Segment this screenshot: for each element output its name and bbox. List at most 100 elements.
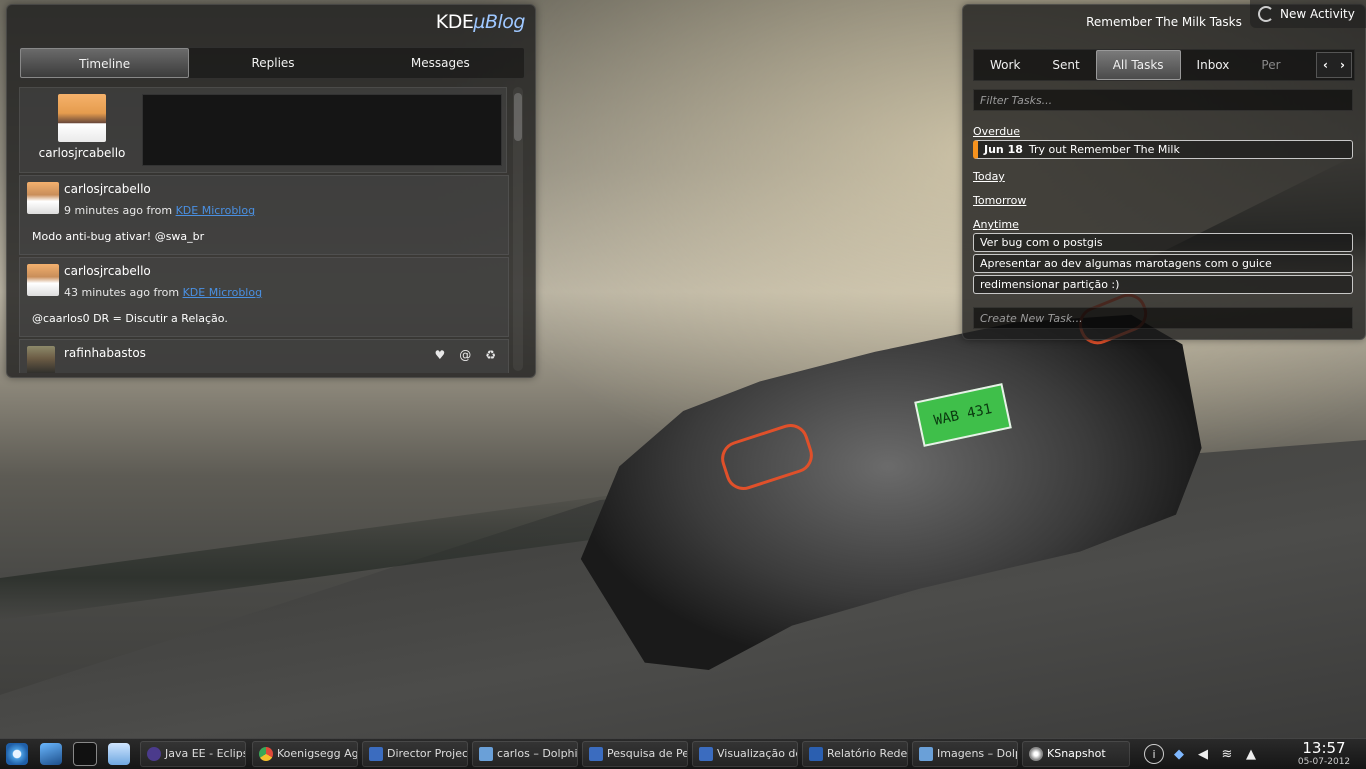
tab-messages[interactable]: Messages — [357, 48, 524, 78]
tab-work[interactable]: Work — [974, 51, 1036, 79]
avatar[interactable] — [27, 346, 55, 373]
task-label: Relatório Redes — [827, 747, 908, 760]
task-button[interactable]: Java EE - Eclipse — [140, 741, 246, 767]
clock-time: 13:57 — [1302, 739, 1346, 757]
task-label: redimensionar partição :) — [980, 278, 1120, 291]
task-due-date: Jun 18 — [984, 143, 1023, 156]
timeline-scrollbar[interactable] — [513, 87, 523, 371]
microblog-widget: KDEµBlog Timeline Replies Messages carlo… — [6, 4, 536, 378]
desktop-icon — [40, 743, 62, 765]
task-button[interactable]: Director Project — [362, 741, 468, 767]
word-document-icon — [809, 747, 823, 761]
taskbar: Java EE - Eclipse Koenigsegg Agera Direc… — [0, 738, 1366, 769]
task-label: Ver bug com o postgis — [980, 236, 1103, 249]
chevron-right-icon[interactable]: › — [1340, 58, 1345, 72]
task-label: Visualização de — [717, 747, 798, 760]
tweet-source-link[interactable]: KDE Microblog — [183, 286, 263, 299]
chevron-left-icon[interactable]: ‹ — [1323, 58, 1328, 72]
tab-timeline[interactable]: Timeline — [20, 48, 190, 78]
new-activity-button[interactable]: New Activity — [1250, 0, 1366, 28]
rtm-widget: Remember The Milk Tasks Work Sent All Ta… — [962, 4, 1366, 340]
list-item: carlosjrcabello 9 minutes ago from KDE M… — [19, 175, 509, 255]
reply-icon[interactable]: @ — [459, 348, 471, 362]
task-label: Pesquisa de Per — [607, 747, 688, 760]
tab-inbox[interactable]: Inbox — [1181, 51, 1246, 79]
show-desktop-launcher[interactable] — [36, 740, 66, 768]
microblog-tabs: Timeline Replies Messages — [19, 47, 525, 79]
clock-date: 05-07-2012 — [1297, 757, 1351, 767]
task-button[interactable]: Pesquisa de Per — [582, 741, 688, 767]
section-tomorrow[interactable]: Tomorrow — [973, 194, 1044, 207]
tweet-meta: 9 minutes ago from KDE Microblog — [64, 204, 255, 217]
task-item[interactable]: redimensionar partição :) — [973, 275, 1353, 294]
task-label: Try out Remember The Milk — [1028, 143, 1180, 156]
compose-input[interactable] — [142, 94, 502, 166]
activity-icon — [1258, 6, 1274, 22]
tweet-username[interactable]: carlosjrcabello — [64, 264, 151, 278]
task-button[interactable]: carlos – Dolphin — [472, 741, 578, 767]
timeline-list: carlosjrcabello 9 minutes ago from KDE M… — [19, 175, 509, 373]
tweet-time: 9 minutes ago from — [64, 204, 173, 217]
application-launcher[interactable] — [2, 740, 32, 768]
task-item[interactable]: Apresentar ao dev algumas marotagens com… — [973, 254, 1353, 273]
volume-icon[interactable]: ◀ — [1194, 745, 1212, 763]
task-button[interactable]: Imagens – Dolphin — [912, 741, 1018, 767]
task-label: carlos – Dolphin — [497, 747, 578, 760]
document-icon — [699, 747, 713, 761]
dropbox-icon[interactable]: ◆ — [1170, 745, 1188, 763]
folder-icon — [479, 747, 493, 761]
tweet-username[interactable]: carlosjrcabello — [64, 182, 151, 196]
tweet-actions: ♥ @ ♻ — [434, 348, 496, 362]
tab-all-tasks[interactable]: All Tasks — [1095, 50, 1181, 80]
terminal-launcher[interactable] — [70, 740, 100, 768]
terminal-icon — [73, 742, 97, 766]
expand-tray-icon[interactable]: ▲ — [1242, 745, 1260, 763]
tweet-text: Modo anti-bug ativar! @swa_br — [32, 230, 205, 243]
task-item[interactable]: Jun 18 Try out Remember The Milk — [973, 140, 1353, 159]
list-item: carlosjrcabello 43 minutes ago from KDE … — [19, 257, 509, 337]
task-item[interactable]: Ver bug com o postgis — [973, 233, 1353, 252]
task-button[interactable]: KSnapshot — [1022, 741, 1130, 767]
chrome-icon — [259, 747, 273, 761]
task-button[interactable]: Koenigsegg Agera — [252, 741, 358, 767]
new-activity-label: New Activity — [1280, 7, 1355, 21]
task-label: Imagens – Dolphin — [937, 747, 1017, 760]
task-button[interactable]: Visualização de — [692, 741, 798, 767]
files-launcher[interactable] — [104, 740, 134, 768]
task-button[interactable]: Relatório Redes — [802, 741, 908, 767]
document-icon — [589, 747, 603, 761]
task-label: Koenigsegg Agera — [277, 747, 358, 760]
filter-tasks-input[interactable]: Filter Tasks... — [973, 89, 1353, 111]
eclipse-icon — [147, 747, 161, 761]
compose-area: carlosjrcabello — [19, 87, 507, 173]
wifi-icon[interactable]: ≋ — [1218, 745, 1236, 763]
avatar[interactable] — [27, 182, 59, 214]
tweet-username[interactable]: rafinhabastos — [64, 346, 146, 360]
tab-personal[interactable]: Per — [1245, 51, 1284, 79]
tweet-time: 43 minutes ago from — [64, 286, 180, 299]
tab-scroll-arrows: ‹ › — [1316, 52, 1352, 78]
avatar[interactable] — [27, 264, 59, 296]
task-label: Apresentar ao dev algumas marotagens com… — [980, 257, 1272, 270]
scrollbar-thumb[interactable] — [514, 93, 522, 141]
task-label: Director Project — [387, 747, 468, 760]
tweet-text: @caarlos0 DR = Discutir a Relação. — [32, 312, 228, 325]
folder-icon — [919, 747, 933, 761]
create-task-input[interactable]: Create New Task... — [973, 307, 1353, 329]
document-icon — [369, 747, 383, 761]
retweet-icon[interactable]: ♻ — [485, 348, 496, 362]
kde-menu-icon — [6, 743, 28, 765]
digital-clock[interactable]: 13:57 05-07-2012 — [1282, 739, 1366, 768]
task-label: Java EE - Eclipse — [165, 747, 245, 760]
compose-username: carlosjrcabello — [38, 146, 126, 160]
info-icon[interactable]: i — [1144, 744, 1164, 764]
section-today[interactable]: Today — [973, 170, 1023, 183]
section-anytime[interactable]: Anytime — [973, 218, 1037, 231]
files-icon — [108, 743, 130, 765]
tab-sent[interactable]: Sent — [1036, 51, 1095, 79]
section-overdue[interactable]: Overdue — [973, 125, 1038, 138]
favorite-icon[interactable]: ♥ — [434, 348, 445, 362]
tweet-source-link[interactable]: KDE Microblog — [176, 204, 256, 217]
task-label: KSnapshot — [1047, 747, 1106, 760]
tab-replies[interactable]: Replies — [189, 48, 356, 78]
